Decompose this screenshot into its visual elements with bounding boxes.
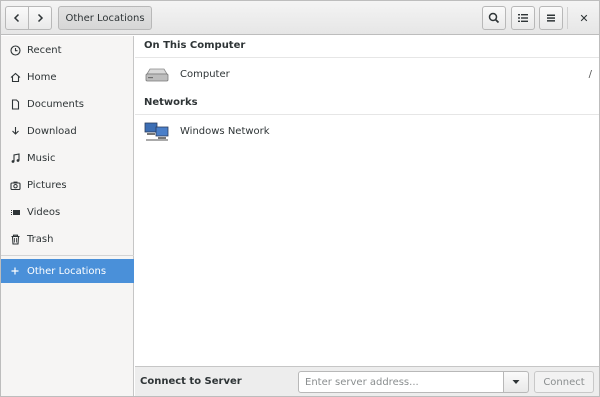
sidebar-item-pictures[interactable]: Pictures	[1, 174, 134, 196]
forward-button[interactable]	[28, 6, 52, 30]
home-icon	[9, 71, 21, 83]
sidebar-item-videos[interactable]: Videos	[1, 201, 134, 223]
sidebar-item-label: Recent	[27, 44, 62, 56]
sidebar-item-documents[interactable]: Documents	[1, 93, 134, 115]
section-title-on-this-computer: On This Computer	[144, 40, 246, 51]
plus-icon	[9, 265, 21, 277]
clock-icon	[9, 44, 21, 56]
sidebar-item-label: Videos	[27, 206, 61, 218]
locations-view: On This Computer Computer / Networks Win…	[135, 36, 599, 366]
chevron-down-icon	[512, 380, 520, 384]
location-label: Windows Network	[180, 126, 270, 137]
sidebar: Recent Home Documents Download Music Pic…	[1, 36, 134, 396]
search-icon	[488, 12, 500, 24]
sidebar-item-home[interactable]: Home	[1, 66, 134, 88]
close-icon: ✕	[579, 11, 589, 25]
sidebar-item-label: Pictures	[27, 179, 67, 191]
location-row-windows-network[interactable]: Windows Network	[135, 114, 599, 148]
sidebar-separator	[1, 255, 134, 256]
connect-button[interactable]: Connect	[534, 371, 594, 393]
nav-buttons	[5, 6, 53, 30]
path-bar-other-locations[interactable]: Other Locations	[58, 6, 152, 30]
location-label: Computer	[180, 69, 230, 80]
location-row-computer[interactable]: Computer /	[135, 57, 599, 91]
menu-button[interactable]	[539, 6, 563, 30]
header-separator	[567, 7, 568, 29]
section-title-networks: Networks	[144, 97, 198, 108]
sidebar-item-label: Download	[27, 125, 77, 137]
music-icon	[9, 152, 21, 164]
hamburger-menu-icon	[547, 14, 555, 22]
close-button[interactable]: ✕	[573, 6, 595, 30]
sidebar-item-download[interactable]: Download	[1, 120, 134, 142]
sidebar-item-trash[interactable]: Trash	[1, 228, 134, 250]
sidebar-item-label: Other Locations	[27, 265, 107, 277]
drive-icon	[144, 65, 170, 85]
view-toggle-button[interactable]	[511, 6, 535, 30]
sidebar-item-label: Music	[27, 152, 56, 164]
download-icon	[9, 125, 21, 137]
list-view-icon	[518, 14, 528, 22]
file-manager-window: Other Locations ✕ Recent Home Documents …	[0, 0, 600, 397]
chevron-left-icon	[13, 13, 20, 23]
network-icon	[144, 122, 170, 142]
server-address-input[interactable]	[298, 371, 504, 393]
search-button[interactable]	[482, 6, 506, 30]
header-bar: Other Locations ✕	[1, 1, 599, 35]
sidebar-item-music[interactable]: Music	[1, 147, 134, 169]
sidebar-item-label: Documents	[27, 98, 85, 110]
back-button[interactable]	[5, 6, 29, 30]
sidebar-item-other-locations[interactable]: Other Locations	[1, 259, 134, 283]
sidebar-item-label: Trash	[27, 233, 54, 245]
connect-to-server-bar: Connect to Server Connect	[135, 366, 599, 396]
sidebar-item-label: Home	[27, 71, 57, 83]
server-history-dropdown[interactable]	[503, 371, 529, 393]
sidebar-item-recent[interactable]: Recent	[1, 39, 134, 61]
document-icon	[9, 98, 21, 110]
location-path: /	[588, 69, 592, 80]
trash-icon	[9, 233, 21, 245]
chevron-right-icon	[37, 13, 44, 23]
video-icon	[9, 206, 21, 218]
camera-icon	[9, 179, 21, 191]
connect-to-server-label: Connect to Server	[140, 376, 242, 387]
